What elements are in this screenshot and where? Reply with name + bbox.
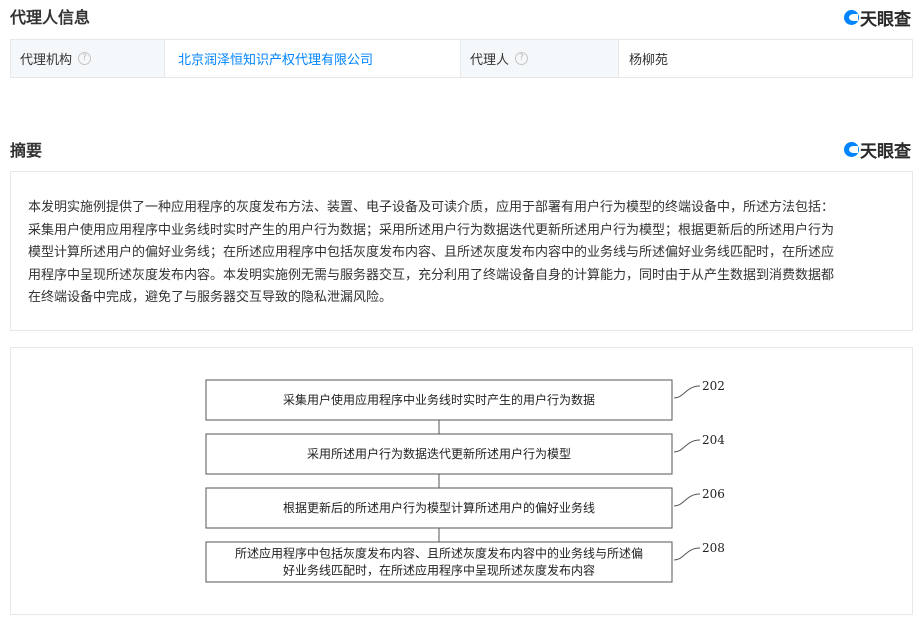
flow-step: 根据更新后的所述用户行为模型计算所述用户的偏好业务线 206 xyxy=(205,487,725,529)
flow-step-number: 208 xyxy=(702,541,725,555)
abstract-line: 采集用户使用应用程序中业务线时实时产生的用户行为数据；采用所述用户行为数据迭代更… xyxy=(28,222,835,238)
agent-info-table: 代理机构 ? 北京润泽恒知识产权代理有限公司 代理人 ? 杨柳苑 xyxy=(10,39,913,78)
help-icon[interactable]: ? xyxy=(78,52,92,65)
flow-step-leader xyxy=(673,385,701,399)
abstract-figure[interactable]: 采集用户使用应用程序中业务线时实时产生的用户行为数据 202 采用所述用户行为数据迭… xyxy=(10,347,913,615)
flow-step-text: 好业务线匹配时，在所述应用程序中呈现所述灰度发布内容 xyxy=(283,563,595,578)
flowchart: 采集用户使用应用程序中业务线时实时产生的用户行为数据 202 采用所述用户行为数据迭… xyxy=(205,379,725,583)
tianyancha-logo-icon xyxy=(844,142,859,157)
tianyancha-logo[interactable]: 天眼查 xyxy=(844,5,911,30)
abstract-line: 用程序中呈现所述灰度发布内容。本发明实施例无需与服务器交互，充分利用了终端设备自… xyxy=(28,267,835,283)
agent-value-cell: 杨柳苑 xyxy=(619,40,912,77)
flow-step-text: 所述应用程序中包括灰度发布内容、且所述灰度发布内容中的业务线与所述偏 xyxy=(235,546,643,561)
flow-step-leader xyxy=(673,439,701,453)
brand-text: 天眼查 xyxy=(860,10,911,30)
brand-text: 天眼查 xyxy=(860,142,911,162)
agency-label-cell: 代理机构 ? xyxy=(11,40,165,77)
tianyancha-logo[interactable]: 天眼查 xyxy=(844,137,911,162)
flow-step-text: 采用所述用户行为数据迭代更新所述用户行为模型 xyxy=(307,446,571,461)
flow-step-number: 206 xyxy=(702,487,725,501)
abstract-line: 在终端设备中完成，避免了与服务器交互导致的隐私泄漏风险。 xyxy=(28,290,393,306)
agent-name: 杨柳苑 xyxy=(629,53,669,68)
flow-step-number: 202 xyxy=(702,379,725,393)
agent-section-title: 代理人信息 xyxy=(10,8,91,27)
agency-value-cell: 北京润泽恒知识产权代理有限公司 xyxy=(165,40,461,77)
abstract-section-title: 摘要 xyxy=(10,141,43,160)
flow-step-text: 根据更新后的所述用户行为模型计算所述用户的偏好业务线 xyxy=(283,500,595,515)
agency-label: 代理机构 xyxy=(20,53,73,68)
abstract-line: 模型计算所述用户的偏好业务线；在所述应用程序中包括灰度发布内容、且所述灰度发布内… xyxy=(28,245,835,261)
tianyancha-logo-icon xyxy=(844,10,859,25)
abstract-line: 本发明实施例提供了一种应用程序的灰度发布方法、装置、电子设备及可读介质，应用于部… xyxy=(28,200,835,215)
abstract-text-box: 本发明实施例提供了一种应用程序的灰度发布方法、装置、电子设备及可读介质，应用于部… xyxy=(10,171,913,331)
flow-step: 采集用户使用应用程序中业务线时实时产生的用户行为数据 202 xyxy=(205,379,725,421)
flow-step-leader xyxy=(673,547,701,561)
agency-link[interactable]: 北京润泽恒知识产权代理有限公司 xyxy=(178,49,373,68)
agent-label-cell: 代理人 ? xyxy=(461,40,619,77)
flow-step-text: 采集用户使用应用程序中业务线时实时产生的用户行为数据 xyxy=(283,392,595,407)
flow-step: 采用所述用户行为数据迭代更新所述用户行为模型 204 xyxy=(205,433,725,475)
agent-label: 代理人 xyxy=(470,53,510,68)
help-icon[interactable]: ? xyxy=(515,52,529,65)
flow-step-number: 204 xyxy=(702,433,725,447)
flow-step-leader xyxy=(673,493,701,507)
flow-step: 所述应用程序中包括灰度发布内容、且所述灰度发布内容中的业务线与所述偏好业务线匹配… xyxy=(205,541,725,583)
